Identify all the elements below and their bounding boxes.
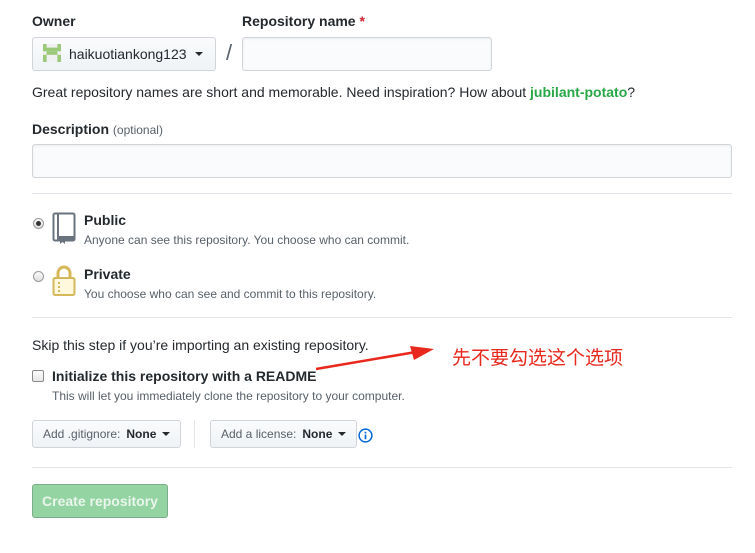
readme-note: This will let you immediately clone the … — [52, 389, 405, 403]
public-radio[interactable] — [33, 218, 44, 229]
optional-tag: (optional) — [112, 123, 163, 137]
repo-name-label-text: Repository name — [242, 13, 356, 29]
owner-name: haikuotiankong123 — [69, 46, 187, 62]
suggested-name-link[interactable]: jubilant-potato — [530, 84, 627, 100]
readme-label[interactable]: Initialize this repository with a README — [52, 368, 316, 384]
private-note: You choose who can see and commit to thi… — [84, 287, 377, 301]
owner-repo-separator: / — [226, 40, 233, 65]
readme-checkbox[interactable] — [32, 370, 44, 382]
create-repository-button[interactable]: Create repository — [32, 484, 168, 518]
private-title: Private — [84, 266, 131, 282]
divider — [32, 317, 732, 318]
repo-name-label: Repository name * — [242, 13, 365, 29]
chevron-down-icon — [338, 432, 347, 436]
repo-name-hint: Great repository names are short and mem… — [32, 84, 635, 100]
info-icon[interactable] — [358, 428, 373, 446]
lock-icon — [52, 265, 76, 300]
divider — [32, 193, 732, 194]
annotation-arrow-icon — [310, 344, 440, 377]
repo-book-icon — [52, 212, 76, 247]
license-value: None — [302, 427, 333, 441]
vertical-divider — [194, 420, 195, 448]
description-label: Description (optional) — [32, 121, 163, 137]
private-radio[interactable] — [33, 271, 44, 282]
owner-label: Owner — [32, 13, 76, 29]
radio-dot — [36, 221, 41, 226]
license-prefix: Add a license: — [221, 427, 297, 441]
annotation-text: 先不要勾选这个选项 — [452, 347, 624, 369]
gitignore-select-button[interactable]: Add .gitignore: None — [32, 420, 182, 448]
public-note: Anyone can see this repository. You choo… — [84, 233, 410, 247]
repo-name-input[interactable] — [242, 37, 492, 71]
owner-select-button[interactable]: haikuotiankong123 — [32, 37, 216, 71]
chevron-down-icon — [194, 52, 203, 56]
license-select-button[interactable]: Add a license: None — [210, 420, 358, 448]
gitignore-prefix: Add .gitignore: — [43, 427, 121, 441]
hint-suffix: ? — [627, 84, 636, 100]
hint-text: Great repository names are short and mem… — [32, 84, 531, 100]
chevron-down-icon — [162, 432, 171, 436]
public-title: Public — [84, 212, 127, 228]
divider — [32, 467, 732, 468]
identicon-icon — [43, 43, 61, 65]
description-label-text: Description — [32, 121, 110, 137]
gitignore-value: None — [126, 427, 157, 441]
required-mark: * — [359, 13, 365, 29]
description-input[interactable] — [32, 144, 732, 178]
